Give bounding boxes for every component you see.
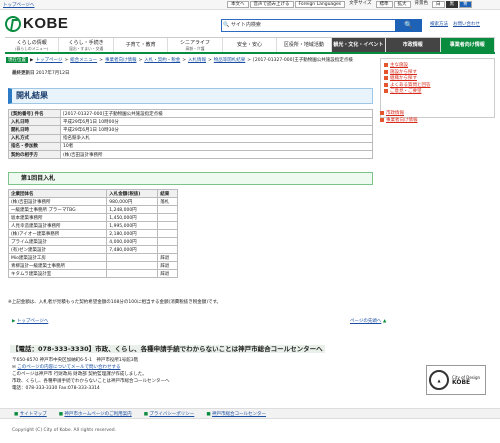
bullet-icon: [384, 63, 388, 68]
side-link[interactable]: 事業者向け情報: [380, 117, 495, 124]
top-page-link[interactable]: トップページへ: [3, 2, 34, 8]
nav-safety[interactable]: 安全・安心: [223, 38, 278, 52]
arrow-icon: ▶: [12, 319, 16, 324]
utility-bar: トップページへ 本文へ 音声で読み上げる Foreign Languages 文…: [0, 0, 500, 10]
table-row: 入札方式 指名競争入札: [8, 133, 373, 143]
nav-ward-office[interactable]: 区役所・地域活動: [277, 38, 332, 52]
search-help-link[interactable]: 検索方法: [430, 21, 448, 27]
table-row: 青柳設計一級建築士事務所 辞退: [7, 261, 178, 270]
breadcrumb-item[interactable]: 物品等開札結果: [214, 57, 246, 63]
breadcrumb: 現在位置 ▶ トップページ > 総合メニュー > 事業者向け情報 > 入札・契約・税金 …: [6, 57, 353, 63]
side-menu-2: 市政情報 事業者向け情報: [380, 110, 495, 130]
bullet-icon: [380, 117, 384, 122]
table-row: 人見幸造建築設計事務所 1,995,000円: [7, 221, 178, 230]
page-title: 開札結果: [8, 88, 373, 104]
contact-link[interactable]: お問い合わせ: [453, 21, 480, 27]
bg-color-label: 背景色: [414, 1, 429, 6]
breadcrumb-item[interactable]: 総合メニュー: [70, 57, 97, 63]
bg-black-button[interactable]: 黒: [445, 1, 459, 8]
kobe-logo[interactable]: KOBE: [5, 15, 68, 32]
foreign-languages-button[interactable]: Foreign Languages: [294, 1, 346, 8]
bullet-icon: [384, 89, 388, 94]
table-row: 契約の相手方 (株)吉田設計事務所: [8, 149, 373, 160]
table-row: 一級建築士事務所 プラーマTBG 1,248,000円: [7, 205, 178, 214]
price-note: ※上記金額は、入札者が見積もった契約希望金額の108分の100に相当する金額(消…: [8, 300, 222, 305]
search-label: 🔍 サイト内検索: [223, 22, 261, 28]
font-standard-button[interactable]: 標準: [375, 1, 393, 8]
breadcrumb-item[interactable]: 入札情報: [188, 57, 206, 63]
callcenter-text: 市政、くらし、各種申請手続でわからないことは神戸市総合コールセンターへ: [12, 379, 170, 384]
side-menu: 主な施設 施設から探す 組織から探す よくある質問と回答 ご意見・ご要望: [380, 58, 495, 118]
search-icon: 🔍: [404, 21, 413, 29]
copyright: Copyright (C) City of Kobe. All rights r…: [12, 428, 117, 433]
logo-text: KOBE: [23, 15, 69, 32]
to-top-page-link[interactable]: ▶ トップページへ: [12, 318, 48, 324]
info-table: [契約番号] 件名 [2017-01327-000]王子動物園公共施設指定点検 入…: [8, 108, 373, 160]
footer-nav: ■ サイトマップ ■ 神戸市ホームページのご利用案内 ■ プライバシーポリシー …: [0, 408, 500, 419]
nav-living-info[interactable]: くらしの情報 (暮らしのメニュー): [5, 38, 60, 52]
global-nav: くらしの情報 (暮らしのメニュー) くらし・手続き 届出・すまい・交通 子育て・教育…: [5, 37, 495, 54]
font-enlarge-button[interactable]: 拡大: [393, 1, 411, 8]
breadcrumb-arrow-icon: ▶: [30, 57, 34, 63]
breadcrumb-item[interactable]: 入札・契約・税金: [144, 57, 180, 63]
table-row: 指名・参加数 10者: [8, 141, 373, 151]
search-button[interactable]: 🔍: [395, 19, 422, 32]
round-heading: 第1回目入札: [8, 172, 373, 185]
skip-to-content-button[interactable]: 本文へ: [227, 1, 249, 8]
table-row: 入札日時 平成29年6月1日 10時00分: [8, 117, 373, 127]
bullet-icon: [384, 82, 388, 87]
font-size-label: 文字サイズ: [349, 1, 372, 6]
bids-table: 企業団体名 入札金額(税抜) 結果 (株)吉田設計事務所 980,000円 落札 一級建…: [7, 189, 178, 278]
table-row: [契約番号] 件名 [2017-01327-000]王子動物園公共施設指定点検: [8, 108, 373, 119]
nav-business[interactable]: 事業者向け情報: [440, 38, 495, 52]
table-row: (株)アイオー建築事務所 2,180,000円: [7, 229, 178, 238]
unesco-icon: ▲: [429, 370, 449, 390]
breadcrumb-current: [2017-01327-000]王子動物園公共施設指定点検: [253, 58, 353, 63]
breadcrumb-item[interactable]: トップページ: [35, 57, 62, 63]
table-header-row: 企業団体名 入札金額(税抜) 結果: [7, 189, 178, 198]
footer-address: 〒650-8570 神戸市中央区加納町6-5-1 神戸市役所1号館3階 ✉ この…: [12, 357, 312, 392]
table-row: キタムラ建築設計室 辞退: [7, 269, 178, 278]
table-row: (株)吉田設計事務所 980,000円 落札: [7, 197, 178, 206]
nav-senior[interactable]: シニアライフ 高齢・介護: [168, 38, 223, 52]
footer-link[interactable]: ■ 神戸市ホームページのご利用案内: [59, 411, 132, 417]
breadcrumb-here: 現在位置: [6, 57, 28, 63]
city-of-design-badge: ▲ City of Design KOBE: [426, 365, 486, 395]
last-updated: 最終更新日 2017年7月12日: [12, 71, 70, 76]
table-row: 坂本建築事務所 1,450,000円: [7, 213, 178, 222]
nav-procedures[interactable]: くらし・手続き 届出・すまい・交通: [59, 38, 114, 52]
bullet-icon: [384, 69, 388, 74]
bg-blue-button[interactable]: 青: [459, 1, 472, 8]
table-row: Mio建築設計工房 辞退: [7, 253, 178, 262]
bullet-icon: [380, 111, 384, 116]
bullet-icon: [384, 76, 388, 81]
header-links: 検索方法 お問い合わせ: [430, 21, 480, 27]
footer-link[interactable]: ■ サイトマップ: [14, 411, 47, 417]
table-row: 開札日時 平成29年6月1日 10時30分: [8, 125, 373, 135]
table-row: プライム建築設計 4,000,000円: [7, 237, 178, 246]
mail-icon: ✉: [12, 365, 16, 370]
table-row: (有)ゼン建築設計 7,480,000円: [7, 245, 178, 254]
callcenter-title: 【電話：078-333-3330】市政、くらし、各種申請手続でわからないことは神…: [10, 345, 325, 353]
side-link[interactable]: ご意見・ご要望: [384, 88, 491, 95]
bg-white-button[interactable]: 白: [432, 1, 445, 8]
mail-link[interactable]: ✉ このページの内容についてメールで問い合わせする: [12, 364, 312, 371]
nav-city-info[interactable]: 市政情報: [386, 38, 441, 52]
up-arrow-icon: ▲: [382, 319, 387, 324]
nav-tourism[interactable]: 観光・文化・イベント: [331, 38, 387, 52]
page-top-link[interactable]: ページの先頭へ ▲: [350, 318, 386, 324]
footer-link[interactable]: ■ 神戸市総合コールセンター: [206, 411, 266, 417]
read-aloud-button[interactable]: 音声で読み上げる: [249, 1, 294, 8]
breadcrumb-item[interactable]: 事業者向け情報: [105, 57, 137, 63]
kobe-emblem-icon: [5, 15, 21, 32]
search-input[interactable]: [262, 20, 394, 30]
nav-childcare[interactable]: 子育て・教育: [114, 38, 169, 52]
footer-link[interactable]: ■ プライバシーポリシー: [144, 411, 195, 417]
